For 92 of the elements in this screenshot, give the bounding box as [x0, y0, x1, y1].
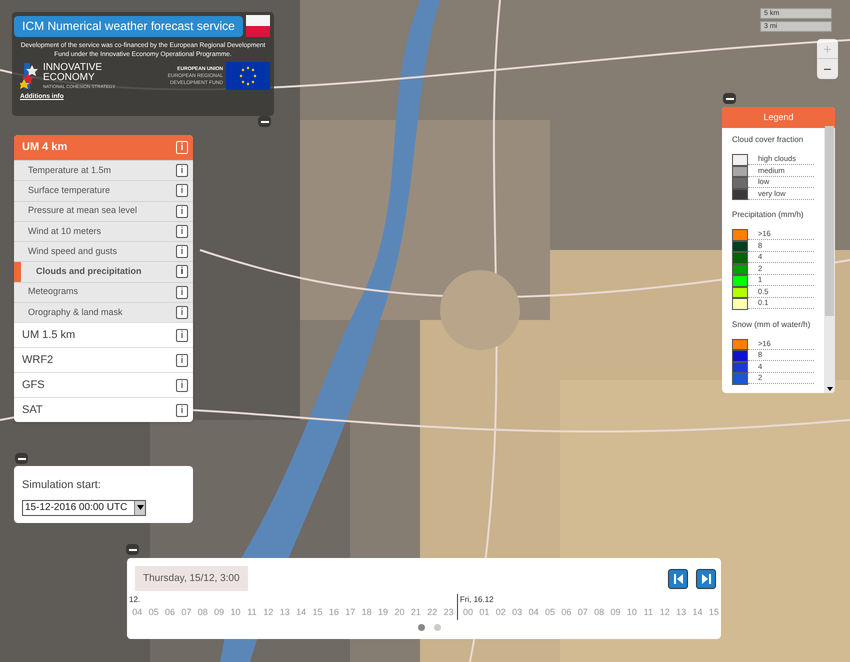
- model-item[interactable]: GFS i: [14, 372, 193, 397]
- info-button[interactable]: i: [176, 404, 188, 416]
- hour-tick[interactable]: 10: [624, 606, 640, 620]
- info-button[interactable]: i: [176, 265, 188, 278]
- hour-tick[interactable]: 00: [460, 606, 476, 620]
- hour-tick[interactable]: 04: [129, 606, 146, 620]
- layer-item[interactable]: Pressure at mean sea level i: [14, 200, 193, 221]
- hour-tick[interactable]: 08: [590, 606, 608, 620]
- layer-item[interactable]: Wind at 10 meters i: [14, 220, 193, 241]
- hour-tick[interactable]: 08: [194, 606, 211, 620]
- info-button[interactable]: i: [176, 306, 188, 319]
- scroll-down-icon: [826, 387, 832, 391]
- hour-tick[interactable]: 12: [260, 606, 277, 620]
- hour-tick[interactable]: 02: [492, 606, 509, 620]
- collapse-button[interactable]: [15, 453, 28, 464]
- hour-tick[interactable]: 13: [672, 606, 690, 620]
- hour-tick[interactable]: 23: [440, 606, 457, 620]
- info-button[interactable]: i: [176, 224, 188, 238]
- hour-tick[interactable]: 11: [244, 606, 260, 620]
- info-button[interactable]: i: [176, 245, 188, 258]
- hour-tick[interactable]: 05: [145, 606, 162, 620]
- zoom-in-button[interactable]: +: [817, 39, 838, 59]
- info-button[interactable]: i: [176, 378, 188, 392]
- hour-tick[interactable]: 12: [656, 606, 673, 620]
- flag-icon[interactable]: [246, 15, 270, 37]
- hour-tick[interactable]: 18: [358, 606, 375, 620]
- eu-flag-icon: [226, 62, 270, 90]
- hour-tick[interactable]: 19: [374, 606, 392, 620]
- day-label: Fri, 16.12: [460, 594, 494, 606]
- info-button[interactable]: i: [176, 204, 188, 218]
- scrollbar[interactable]: [824, 128, 835, 393]
- zoom-out-button[interactable]: −: [817, 59, 838, 79]
- legend-section-title: Cloud cover fraction: [732, 134, 804, 146]
- collapse-button[interactable]: [723, 93, 736, 104]
- collapse-button[interactable]: [258, 116, 271, 127]
- scrollbar-thumb[interactable]: [825, 126, 834, 316]
- dropdown-arrow-icon: [136, 505, 144, 510]
- hour-tick[interactable]: 06: [162, 606, 178, 620]
- service-title: ICM Numerical weather forecast service: [14, 16, 243, 36]
- hour-tick[interactable]: 03: [508, 606, 526, 620]
- simulation-label: Simulation start:: [22, 478, 102, 493]
- hour-tick[interactable]: 09: [607, 606, 624, 620]
- hour-tick[interactable]: 16: [326, 606, 342, 620]
- layer-item[interactable]: Meteograms i: [14, 282, 193, 302]
- step-back-button[interactable]: [668, 568, 688, 588]
- legend-section-title: Snow (mm of water/h): [732, 318, 812, 330]
- layer-item[interactable]: Orography & land mask i: [14, 302, 193, 322]
- skip-forward-icon: [702, 574, 710, 584]
- layer-item[interactable]: Surface temperature i: [14, 180, 193, 200]
- hour-tick[interactable]: 09: [210, 606, 228, 620]
- info-button[interactable]: i: [176, 286, 188, 299]
- hour-tick[interactable]: 15: [706, 606, 722, 620]
- current-time-label: Thursday, 15/12, 3:00: [135, 566, 248, 591]
- hour-tick[interactable]: 07: [178, 606, 195, 620]
- logo-text: ECONOMY: [43, 72, 96, 82]
- hour-tick[interactable]: 06: [558, 606, 575, 620]
- step-forward-button[interactable]: [696, 568, 716, 588]
- hour-tick[interactable]: 05: [542, 606, 558, 620]
- model-item[interactable]: WRF2 i: [14, 347, 193, 372]
- hour-tick[interactable]: 22: [424, 606, 440, 620]
- layer-item[interactable]: Wind speed and gusts i: [14, 241, 193, 262]
- selection-marker: [14, 262, 21, 282]
- hour-tick[interactable]: 14: [292, 606, 310, 620]
- hour-tick[interactable]: 17: [342, 606, 358, 620]
- layer-item[interactable]: Clouds and precipitation i: [14, 261, 193, 282]
- model-item[interactable]: UM 1.5 km i: [14, 322, 193, 347]
- logo-text: INNOVATIVE: [43, 62, 104, 72]
- legend-title: Legend: [722, 107, 835, 128]
- skip-back-icon: [674, 574, 682, 584]
- model-item[interactable]: UM 4 km i: [14, 135, 193, 160]
- stars-logo-icon: [20, 63, 40, 89]
- info-button[interactable]: i: [176, 354, 188, 366]
- hour-tick[interactable]: 10: [227, 606, 244, 620]
- simulation-select[interactable]: 15-12-2016 00:00 UTC: [22, 500, 146, 516]
- info-button[interactable]: i: [176, 164, 188, 178]
- info-button[interactable]: i: [176, 328, 188, 342]
- info-button[interactable]: i: [176, 184, 188, 198]
- hour-tick[interactable]: 21: [408, 606, 424, 620]
- info-button[interactable]: i: [176, 141, 188, 154]
- day-label: 12.: [129, 594, 140, 606]
- layer-item[interactable]: Temperature at 1.5m i: [14, 160, 193, 180]
- model-item[interactable]: SAT i: [14, 397, 193, 422]
- hour-tick[interactable]: 20: [391, 606, 408, 620]
- legend-section-title: Precipitation (mm/h): [732, 209, 805, 221]
- hour-tick[interactable]: 07: [574, 606, 591, 620]
- hour-tick[interactable]: 13: [276, 606, 293, 620]
- hour-tick[interactable]: 15: [309, 606, 326, 620]
- hour-tick[interactable]: 04: [525, 606, 542, 620]
- hour-tick[interactable]: 11: [640, 606, 656, 620]
- collapse-button[interactable]: [126, 544, 139, 555]
- hour-tick[interactable]: 01: [476, 606, 493, 620]
- hour-tick[interactable]: 14: [689, 606, 706, 620]
